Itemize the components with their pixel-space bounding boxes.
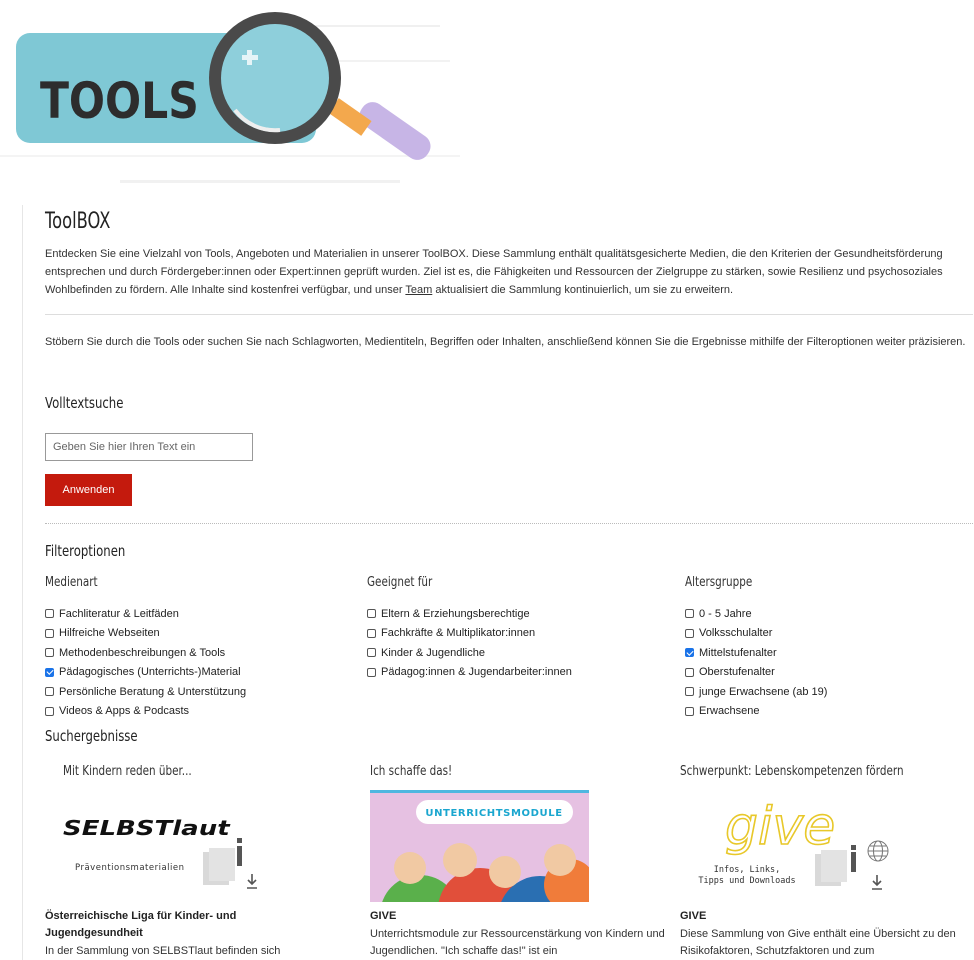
checkbox[interactable] (45, 687, 54, 697)
result-organisation: Österreichische Liga für Kinder- und Jug… (45, 910, 237, 939)
checkbox[interactable] (685, 609, 694, 619)
tools-banner: TOOLS (0, 12, 460, 183)
checkbox[interactable] (685, 687, 694, 697)
result-image-selbstlaut[interactable]: SELBSTlaut Präventionsmaterialien (61, 790, 280, 902)
team-link[interactable]: Team (405, 284, 432, 296)
result-description: In der Sammlung von SELBSTlaut befinden … (45, 945, 281, 957)
result-title[interactable]: Mit Kindern reden über... (63, 763, 224, 779)
filter-group-medienart: Fachliteratur & Leitfäden Hilfreiche Web… (45, 604, 246, 721)
filter-option[interactable]: 0 - 5 Jahre (685, 604, 827, 624)
checkbox[interactable] (685, 628, 694, 638)
info-download-icon (203, 838, 257, 889)
checkbox[interactable] (45, 706, 54, 716)
fulltext-search-heading: Volltextsuche (45, 394, 124, 412)
checkbox[interactable] (367, 628, 376, 638)
filter-group-geeignet: Eltern & Erziehungsberechtige Fachkräfte… (367, 604, 572, 682)
result-title[interactable]: Ich schaffe das! (370, 763, 473, 779)
filter-option[interactable]: Pädagogisches (Unterrichts-)Material (45, 663, 246, 683)
checkbox[interactable] (367, 648, 376, 658)
results-heading: Suchergebnisse (45, 727, 138, 745)
divider (45, 314, 973, 315)
page-title: ToolBOX (45, 209, 111, 234)
checkbox[interactable] (685, 648, 694, 658)
checkbox[interactable] (367, 667, 376, 677)
filter-option[interactable]: Videos & Apps & Podcasts (45, 702, 246, 722)
filter-option[interactable]: Persönliche Beratung & Unterstützung (45, 682, 246, 702)
apply-button[interactable]: Anwenden (45, 474, 132, 506)
result-description: Diese Sammlung von Give enthält eine Übe… (680, 928, 956, 957)
filter-group-title-geeignet: Geeignet für (367, 575, 433, 590)
tools-banner-word: TOOLS (40, 72, 199, 130)
checkbox[interactable] (45, 667, 54, 677)
give-logo-text: give (725, 797, 835, 857)
result-image-unterrichtsmodule[interactable]: UNTERRICHTSMODULE (370, 790, 589, 902)
result-image-give[interactable]: give Infos, Links, Tipps und Downloads (693, 790, 912, 902)
filter-option[interactable]: Eltern & Erziehungsberechtige (367, 604, 572, 624)
checkbox[interactable] (685, 706, 694, 716)
checkbox[interactable] (45, 648, 54, 658)
filter-group-title-altersgruppe: Altersgruppe (685, 575, 753, 590)
filter-option[interactable]: Oberstufenalter (685, 663, 827, 683)
give-logo-subtitle-1: Infos, Links, (714, 865, 781, 875)
checkbox[interactable] (367, 609, 376, 619)
selbstlaut-logo-text: SELBSTlaut (63, 815, 230, 840)
content-left-border (22, 205, 23, 960)
filter-option[interactable]: junge Erwachsene (ab 19) (685, 682, 827, 702)
filter-option[interactable]: Mittelstufenalter (685, 643, 827, 663)
result-description: Unterrichtsmodule zur Ressourcenstärkung… (370, 928, 665, 957)
intro-paragraph: Entdecken Sie eine Vielzahl von Tools, A… (45, 248, 943, 296)
result-title[interactable]: Schwerpunkt: Lebenskompetenzen fördern (680, 763, 959, 779)
result-organisation: GIVE (680, 910, 707, 922)
filter-options-heading: Filteroptionen (45, 542, 126, 560)
result-organisation: GIVE (370, 910, 397, 922)
checkbox[interactable] (685, 667, 694, 677)
unterrichtsmodule-label: UNTERRICHTSMODULE (425, 808, 562, 819)
give-logo-subtitle-2: Tipps und Downloads (698, 876, 795, 886)
divider (45, 523, 973, 524)
filter-option[interactable]: Pädagog:innen & Jugendarbeiter:innen (367, 663, 572, 683)
filter-group-title-medienart: Medienart (45, 575, 98, 590)
filter-option[interactable]: Methodenbeschreibungen & Tools (45, 643, 246, 663)
filter-option[interactable]: Volksschulalter (685, 624, 827, 644)
checkbox[interactable] (45, 609, 54, 619)
filter-option[interactable]: Fachliteratur & Leitfäden (45, 604, 246, 624)
search-input[interactable] (45, 433, 253, 461)
filter-option[interactable]: Erwachsene (685, 702, 827, 722)
search-hint: Stöbern Sie durch die Tools oder suchen … (45, 336, 966, 348)
filter-option[interactable]: Fachkräfte & Multiplikator:innen (367, 624, 572, 644)
checkbox[interactable] (45, 628, 54, 638)
filter-group-altersgruppe: 0 - 5 Jahre Volksschulalter Mittelstufen… (685, 604, 827, 721)
filter-option[interactable]: Hilfreiche Webseiten (45, 624, 246, 644)
selbstlaut-logo-subtitle: Präventionsmaterialien (75, 863, 185, 873)
filter-option[interactable]: Kinder & Jugendliche (367, 643, 572, 663)
